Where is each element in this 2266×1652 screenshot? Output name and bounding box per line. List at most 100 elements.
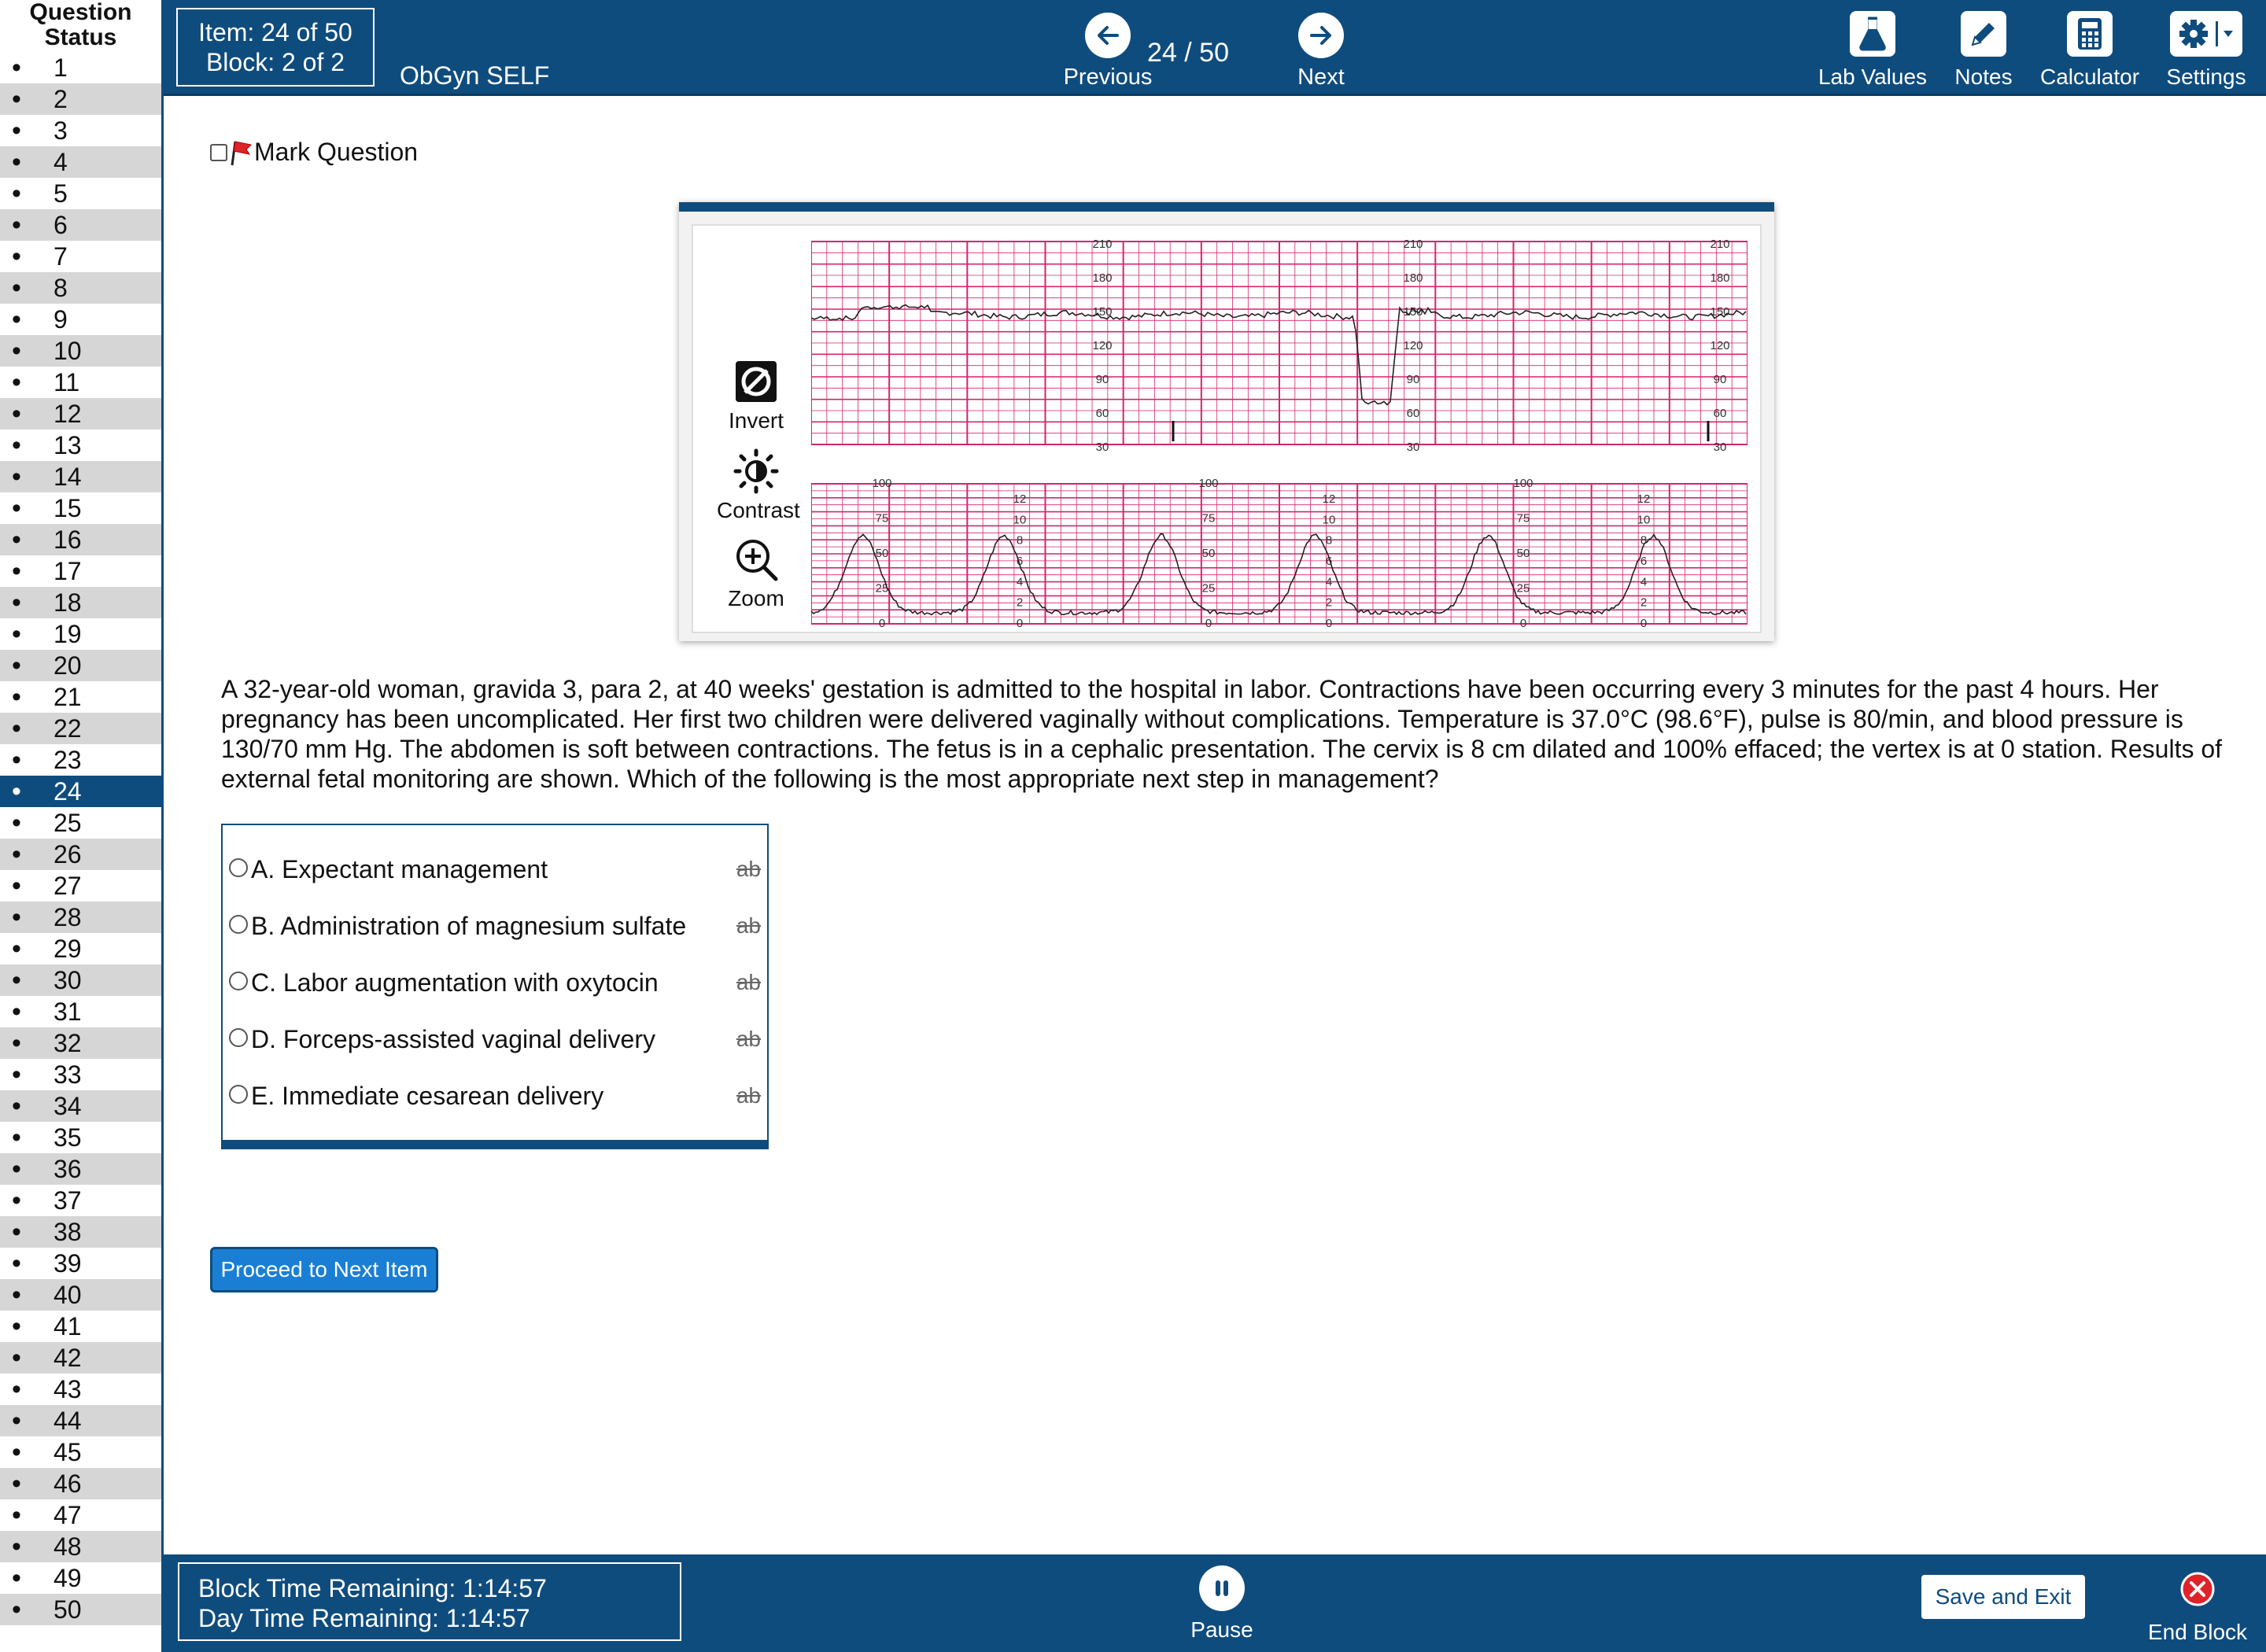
question-status-item[interactable]: • 8 <box>0 272 161 304</box>
question-status-item[interactable]: • 28 <box>0 902 161 933</box>
question-status-item[interactable]: • 26 <box>0 839 161 870</box>
answer-text: B. Administration of magnesium sulfate <box>251 911 687 940</box>
answer-radio[interactable] <box>229 1085 248 1104</box>
answer-choice[interactable]: E. Immediate cesarean delivery ab <box>229 1080 761 1112</box>
strikethrough-toggle[interactable]: ab <box>736 857 761 882</box>
notes-button[interactable]: Notes <box>1940 11 2027 90</box>
question-status-item[interactable]: • 35 <box>0 1122 161 1153</box>
strikethrough-toggle[interactable]: ab <box>736 1027 761 1052</box>
question-number: 19 <box>54 619 82 648</box>
question-status-item[interactable]: • 16 <box>0 524 161 555</box>
status-bullet-icon: • <box>12 651 21 680</box>
question-status-item[interactable]: • 21 <box>0 681 161 713</box>
answer-choice[interactable]: D. Forceps-assisted vaginal delivery ab <box>229 1023 761 1055</box>
status-bullet-icon: • <box>12 1028 21 1058</box>
answer-choice[interactable]: C. Labor augmentation with oxytocin ab <box>229 967 761 998</box>
question-status-item[interactable]: • 7 <box>0 241 161 272</box>
question-status-item[interactable]: • 4 <box>0 146 161 178</box>
arrow-right-icon <box>1298 13 1344 58</box>
status-bullet-icon: • <box>12 556 21 586</box>
question-status-item[interactable]: • 3 <box>0 115 161 146</box>
question-number: 10 <box>54 336 82 365</box>
question-status-item[interactable]: • 1 <box>0 52 161 83</box>
question-status-item[interactable]: • 47 <box>0 1499 161 1531</box>
end-block-button[interactable]: End Block <box>2139 1572 2257 1645</box>
top-toolbar: Item: 24 of 50 Block: 2 of 2 ObGyn SELF … <box>164 0 2266 96</box>
question-status-item[interactable]: • 33 <box>0 1059 161 1090</box>
question-status-item[interactable]: • 23 <box>0 744 161 776</box>
question-status-item[interactable]: • 11 <box>0 367 161 398</box>
svg-text:210: 210 <box>1092 238 1112 251</box>
question-status-item[interactable]: • 42 <box>0 1342 161 1374</box>
question-status-item[interactable]: • 14 <box>0 461 161 492</box>
svg-text:75: 75 <box>1517 512 1530 525</box>
answer-choice[interactable]: A. Expectant management ab <box>229 854 761 885</box>
question-status-item[interactable]: • 37 <box>0 1185 161 1216</box>
question-status-item[interactable]: • 43 <box>0 1374 161 1405</box>
question-status-item[interactable]: • 25 <box>0 807 161 839</box>
question-status-item[interactable]: • 40 <box>0 1279 161 1311</box>
pause-button[interactable]: Pause <box>1179 1565 1265 1643</box>
question-status-item[interactable]: • 18 <box>0 587 161 618</box>
question-status-item[interactable]: • 31 <box>0 996 161 1027</box>
settings-button[interactable]: Settings <box>2159 11 2253 90</box>
answer-radio[interactable] <box>229 858 248 877</box>
question-status-item[interactable]: • 17 <box>0 555 161 587</box>
question-status-item[interactable]: • 46 <box>0 1468 161 1499</box>
calculator-button[interactable]: Calculator <box>2035 11 2145 90</box>
invert-button[interactable]: Invert <box>717 358 795 433</box>
question-status-item[interactable]: • 6 <box>0 209 161 241</box>
status-bullet-icon: • <box>12 53 21 83</box>
question-status-item[interactable]: • 13 <box>0 430 161 461</box>
question-status-item[interactable]: • 10 <box>0 335 161 367</box>
sidebar-title: Question Status <box>0 0 161 52</box>
zoom-button[interactable]: Zoom <box>717 536 795 611</box>
question-status-item[interactable]: • 30 <box>0 964 161 996</box>
question-number: 50 <box>54 1595 82 1624</box>
question-status-item[interactable]: • 20 <box>0 650 161 681</box>
question-status-item[interactable]: • 32 <box>0 1027 161 1059</box>
question-status-item[interactable]: • 48 <box>0 1531 161 1562</box>
status-bullet-icon: • <box>12 336 21 366</box>
question-status-item[interactable]: • 12 <box>0 398 161 430</box>
mark-question-toggle[interactable]: Mark Question <box>210 138 418 167</box>
question-status-item[interactable]: • 19 <box>0 618 161 650</box>
strikethrough-toggle[interactable]: ab <box>736 913 761 938</box>
status-bullet-icon: • <box>12 1437 21 1467</box>
lab-values-button[interactable]: Lab Values <box>1810 11 1936 90</box>
svg-text:2: 2 <box>1326 596 1332 610</box>
flask-icon <box>1850 11 1895 57</box>
status-bullet-icon: • <box>12 1374 21 1404</box>
answer-choice[interactable]: B. Administration of magnesium sulfate ab <box>229 910 761 942</box>
strikethrough-toggle[interactable]: ab <box>736 970 761 995</box>
question-status-item[interactable]: • 45 <box>0 1436 161 1468</box>
status-bullet-icon: • <box>12 1248 21 1278</box>
svg-text:60: 60 <box>1714 407 1727 420</box>
question-status-item[interactable]: • 39 <box>0 1248 161 1279</box>
answer-radio[interactable] <box>229 972 248 990</box>
contrast-button[interactable]: Contrast <box>717 448 800 523</box>
question-status-item[interactable]: • 29 <box>0 933 161 964</box>
question-status-item[interactable]: • 22 <box>0 713 161 744</box>
question-status-item[interactable]: • 49 <box>0 1562 161 1594</box>
question-status-item[interactable]: • 38 <box>0 1216 161 1248</box>
question-status-item[interactable]: • 27 <box>0 870 161 902</box>
question-status-item[interactable]: • 50 <box>0 1594 161 1625</box>
mark-question-checkbox[interactable] <box>210 143 227 161</box>
question-status-item[interactable]: • 24 <box>0 776 161 807</box>
question-status-item[interactable]: • 36 <box>0 1153 161 1185</box>
question-status-item[interactable]: • 34 <box>0 1090 161 1122</box>
answer-radio[interactable] <box>229 915 248 934</box>
question-status-item[interactable]: • 9 <box>0 304 161 335</box>
proceed-to-next-item-button[interactable]: Proceed to Next Item <box>210 1247 438 1292</box>
next-button[interactable]: Next <box>1258 13 1384 90</box>
strikethrough-toggle[interactable]: ab <box>736 1083 761 1108</box>
answer-radio[interactable] <box>229 1028 248 1047</box>
question-status-item[interactable]: • 15 <box>0 492 161 524</box>
question-status-item[interactable]: • 2 <box>0 83 161 115</box>
question-status-item[interactable]: • 5 <box>0 178 161 209</box>
save-and-exit-button[interactable]: Save and Exit <box>1921 1575 2085 1619</box>
lab-values-label: Lab Values <box>1818 65 1928 89</box>
question-status-item[interactable]: • 41 <box>0 1311 161 1342</box>
question-status-item[interactable]: • 44 <box>0 1405 161 1436</box>
